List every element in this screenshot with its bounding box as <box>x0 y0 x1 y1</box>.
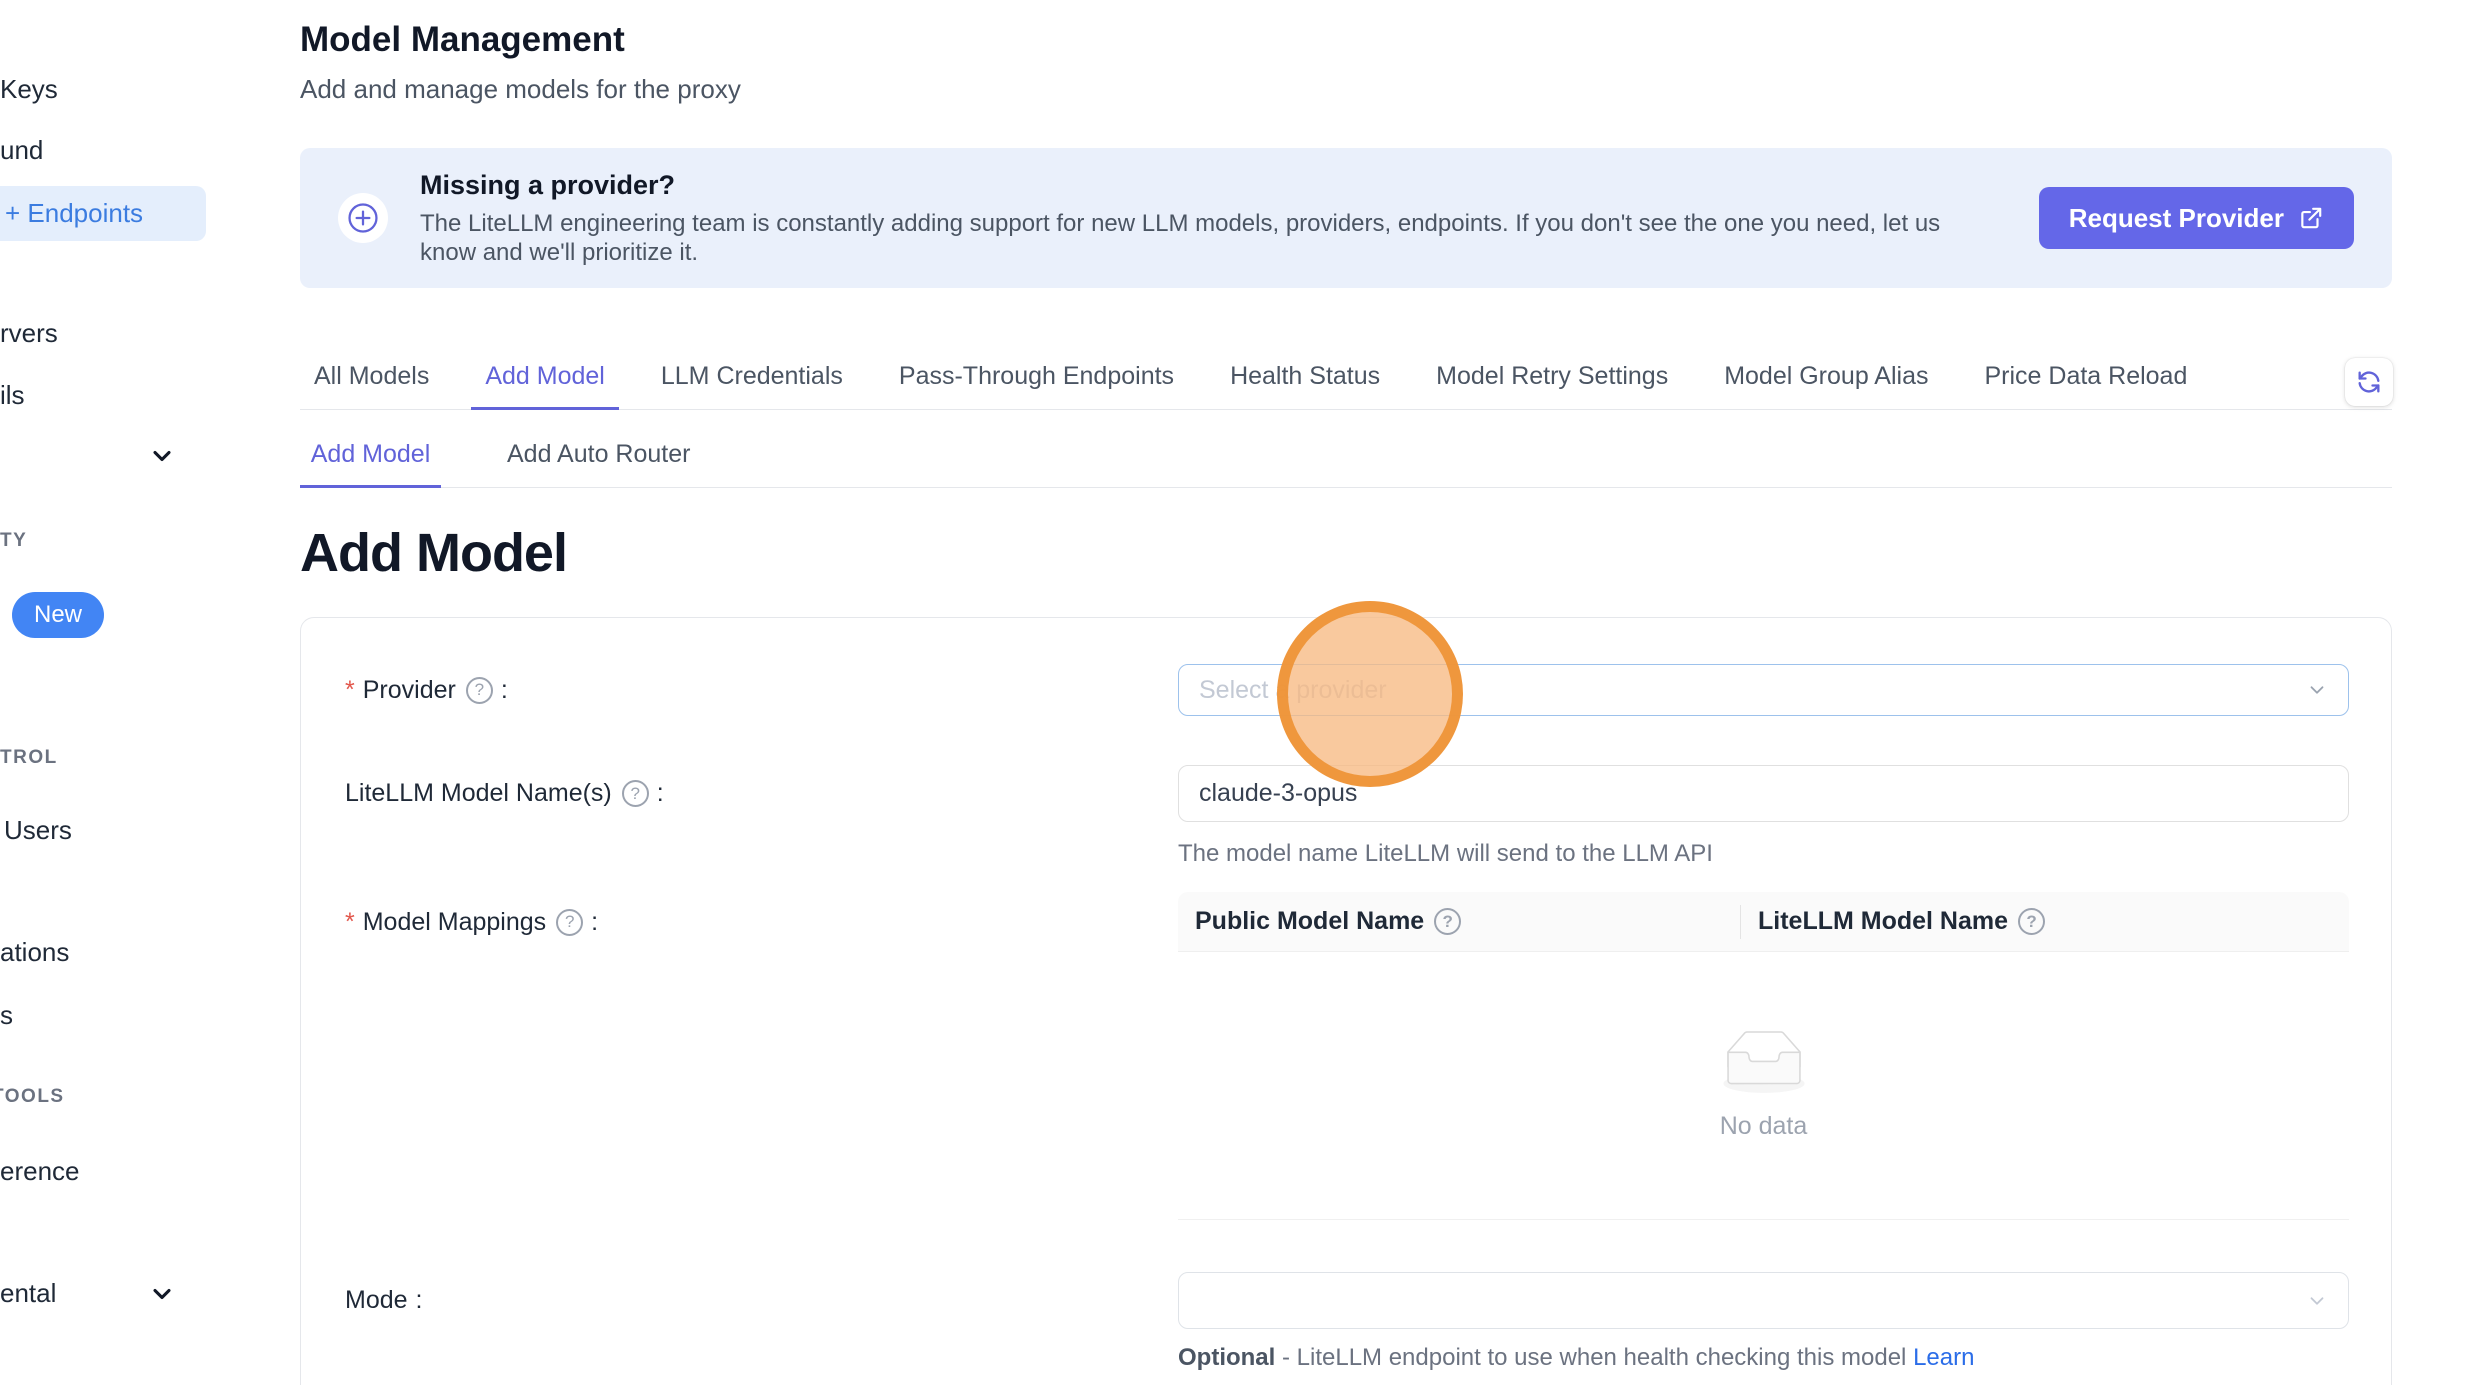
sidebar-item-servers[interactable]: rvers <box>0 318 58 349</box>
sidebar-item-teams[interactable]: s <box>0 1000 13 1031</box>
column-public-model-name: Public Model Name ? <box>1178 907 1740 936</box>
question-circle-icon[interactable]: ? <box>466 677 493 704</box>
tab-all-models[interactable]: All Models <box>300 362 443 409</box>
empty-box-icon <box>1714 1031 1814 1102</box>
column-litellm-model-name: LiteLLM Model Name ? <box>1741 907 2349 936</box>
model-mappings-table: Public Model Name ? LiteLLM Model Name ? <box>1178 892 2349 1220</box>
model-mappings-empty-state: No data <box>1178 952 2349 1220</box>
missing-provider-banner: Missing a provider? The LiteLLM engineer… <box>300 148 2392 288</box>
required-marker: * <box>345 908 355 937</box>
model-name-helper: The model name LiteLLM will send to the … <box>1178 840 1713 868</box>
chevron-down-icon <box>2306 679 2328 701</box>
question-circle-icon[interactable]: ? <box>1434 908 1461 935</box>
chevron-down-icon[interactable] <box>148 1280 176 1313</box>
sidebar-item-playground[interactable]: und <box>0 135 43 166</box>
add-model-heading: Add Model <box>300 522 567 584</box>
question-circle-icon[interactable]: ? <box>2018 908 2045 935</box>
tab-pass-through-endpoints[interactable]: Pass-Through Endpoints <box>885 362 1188 409</box>
sidebar-item-models-endpoints[interactable]: + Endpoints <box>0 186 206 241</box>
request-provider-label: Request Provider <box>2069 203 2284 234</box>
provider-label: * Provider ? : <box>345 664 508 716</box>
chevron-down-icon[interactable] <box>148 442 176 475</box>
page-title: Model Management <box>300 20 625 60</box>
sidebar-section-access-control: TROL <box>0 747 58 769</box>
provider-select-placeholder: Select a provider <box>1199 676 1387 705</box>
sidebar-item-virtual-keys[interactable]: Keys <box>0 74 58 105</box>
mode-helper: Optional - LiteLLM endpoint to use when … <box>1178 1344 1974 1372</box>
banner-title: Missing a provider? <box>420 170 2000 201</box>
model-mappings-label: * Model Mappings ? : <box>345 892 598 952</box>
add-model-subtabs: Add Model Add Auto Router <box>300 432 2392 488</box>
no-data-text: No data <box>1720 1112 1808 1141</box>
model-mappings-header: Public Model Name ? LiteLLM Model Name ? <box>1178 892 2349 952</box>
subtab-add-auto-router[interactable]: Add Auto Router <box>485 440 712 487</box>
provider-select[interactable]: Select a provider <box>1178 664 2349 716</box>
sidebar-item-label: + Endpoints <box>5 198 143 229</box>
tab-model-retry-settings[interactable]: Model Retry Settings <box>1422 362 1682 409</box>
subtab-add-model[interactable]: Add Model <box>300 440 441 488</box>
plus-circle-icon <box>338 193 388 243</box>
tab-health-status[interactable]: Health Status <box>1216 362 1394 409</box>
sidebar: Keys und + Endpoints rvers ils TY New TR… <box>0 0 215 1385</box>
model-name-label: LiteLLM Model Name(s) ? : <box>345 765 664 822</box>
banner-body: The LiteLLM engineering team is constant… <box>420 209 2000 267</box>
required-marker: * <box>345 676 355 705</box>
tab-add-model[interactable]: Add Model <box>471 362 619 410</box>
mode-helper-optional: Optional <box>1178 1344 1275 1371</box>
chevron-down-icon <box>2306 1290 2328 1312</box>
tab-price-data-reload[interactable]: Price Data Reload <box>1970 362 2201 409</box>
add-model-form-card: * Provider ? : Select a provider LiteLLM… <box>300 617 2392 1385</box>
request-provider-button[interactable]: Request Provider <box>2039 187 2354 249</box>
tab-llm-credentials[interactable]: LLM Credentials <box>647 362 857 409</box>
sidebar-item-guardrails[interactable]: ils <box>0 380 25 411</box>
sidebar-item-internal-users[interactable]: Users <box>4 815 72 846</box>
sidebar-section-observability: TY <box>0 530 27 552</box>
mode-label: Mode : <box>345 1272 423 1329</box>
sidebar-section-tools: TOOLS <box>0 1086 65 1108</box>
sidebar-item-organizations[interactable]: ations <box>0 937 69 968</box>
question-circle-icon[interactable]: ? <box>556 909 583 936</box>
new-badge: New <box>12 592 104 638</box>
model-hub-tabs: All Models Add Model LLM Credentials Pas… <box>300 352 2392 410</box>
external-link-icon <box>2298 205 2324 231</box>
question-circle-icon[interactable]: ? <box>622 780 649 807</box>
learn-more-link[interactable]: Learn <box>1913 1344 1974 1371</box>
model-management-page: Keys und + Endpoints rvers ils TY New TR… <box>0 0 2477 1385</box>
refresh-button[interactable] <box>2345 358 2393 406</box>
mode-select[interactable] <box>1178 1272 2349 1329</box>
model-name-input[interactable] <box>1178 765 2349 822</box>
sidebar-item-experimental[interactable]: ental <box>0 1278 56 1309</box>
refresh-icon <box>2355 368 2383 396</box>
tab-model-group-alias[interactable]: Model Group Alias <box>1710 362 1942 409</box>
page-subtitle: Add and manage models for the proxy <box>300 74 741 105</box>
sidebar-item-api-reference[interactable]: erence <box>0 1156 80 1187</box>
